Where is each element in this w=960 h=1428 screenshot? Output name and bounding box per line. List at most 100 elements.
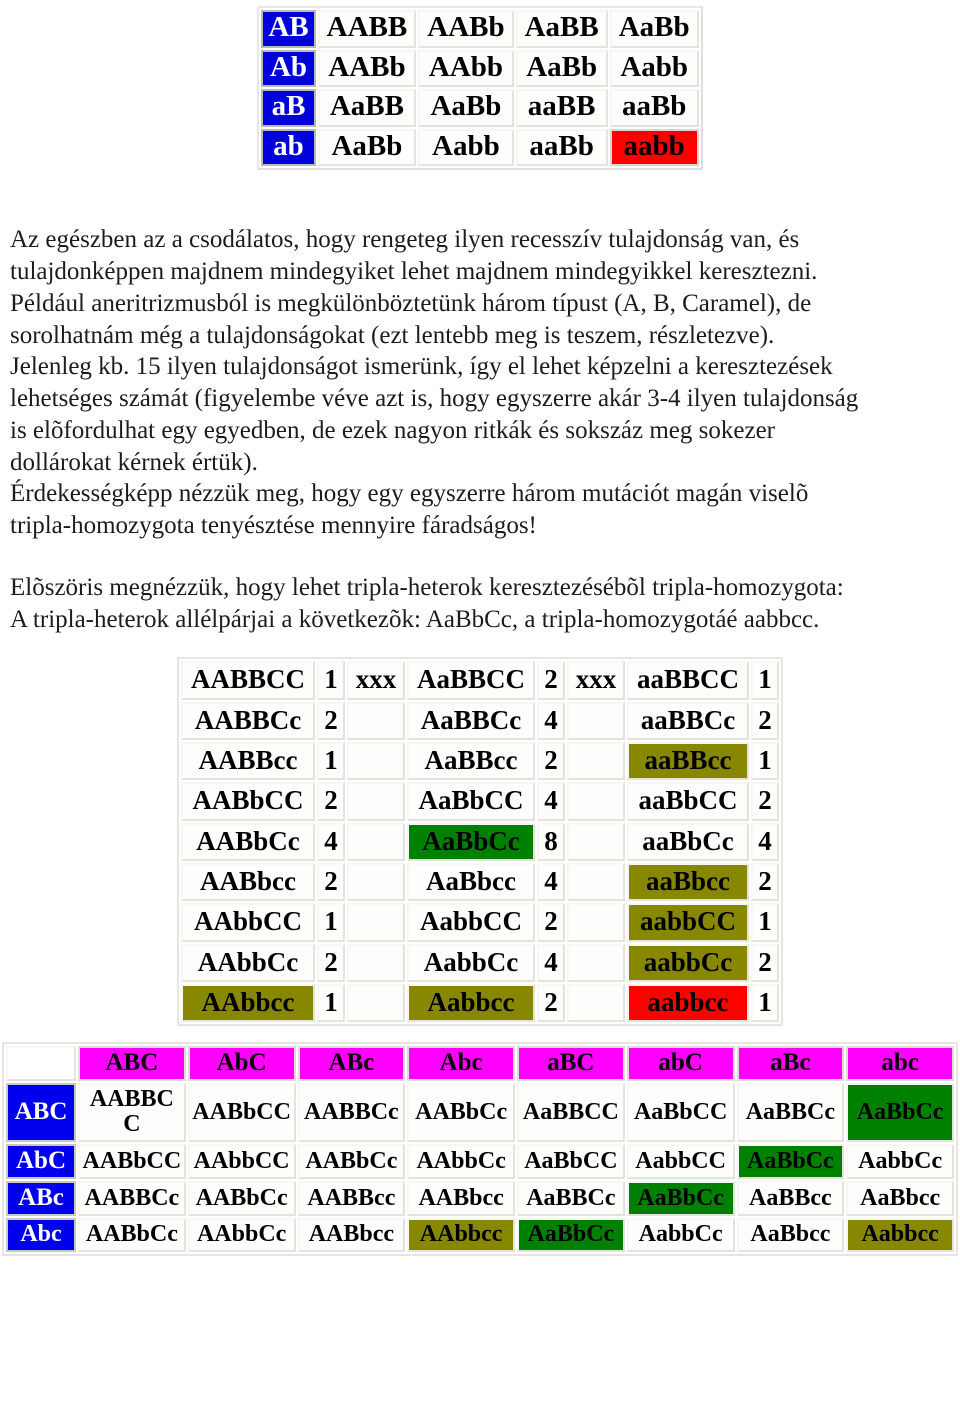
big-cell: AAbbCc — [407, 1144, 515, 1180]
big-column-header: AbC — [187, 1046, 296, 1082]
punnett-cell: aaBb — [609, 89, 699, 127]
big-row-header: AbC — [6, 1144, 76, 1180]
ratio-separator — [346, 782, 405, 821]
ratio-genotype: aaBbcc — [627, 863, 750, 902]
ratio-row: AAbbcc 1 Aabbcc 2 aabbcc 1 — [180, 984, 780, 1023]
big-cell: AaBbCc — [846, 1083, 954, 1143]
big-row: ABc AABBCc AABbCc AABBcc AABbcc AaBBCc AaBbCc A… — [6, 1181, 954, 1217]
big-header-row: ABC AbC ABc Abc aBC abC aBc abc — [6, 1046, 954, 1082]
big-cell: AABBcc — [297, 1181, 406, 1217]
ratio-separator — [346, 701, 405, 740]
ratio-genotype: AaBbCc — [406, 822, 535, 862]
prose-line: sorolhatnám még a tulajdonságokat (ezt l… — [10, 321, 775, 349]
big-row: ABC AABBCC AABbCC AABBCc AABbCc AaBBCC AaBbCC A… — [6, 1083, 954, 1143]
paragraph-1: Az egészben az a csodálatos, hogy renget… — [10, 224, 926, 542]
ratio-genotype: AaBBcc — [406, 742, 535, 781]
punnett-cell: aaBB — [515, 89, 608, 127]
punnett-square-container: AB AABB AABb AaBB AaBb Ab AABb AAbb AaBb Aabb aB Aa… — [0, 0, 960, 171]
ratio-row: AABbCC 2 AaBbCC 4 aaBbCC 2 — [180, 782, 780, 821]
ratio-count: 2 — [537, 903, 565, 942]
prose-line: Például aneritrizmusból is megkülönbözte… — [10, 289, 812, 317]
big-cell: AaBBCC — [517, 1083, 625, 1143]
ratio-genotype: AabbCc — [406, 943, 535, 983]
big-column-header: abc — [846, 1046, 954, 1082]
big-cell: AabbCC — [626, 1144, 735, 1180]
ratio-row: AABbcc 2 AaBbcc 4 aaBbcc 2 — [180, 863, 780, 902]
ratio-genotype: AABBCC — [180, 661, 315, 700]
punnett-row: AB AABB AABb AaBB AaBb — [261, 10, 699, 48]
ratio-count: 4 — [537, 943, 565, 983]
ratio-count: 2 — [316, 943, 345, 983]
punnett-cell: AAbb — [418, 49, 514, 88]
ratio-separator — [346, 742, 405, 781]
ratio-genotype: AABBcc — [180, 742, 315, 781]
punnett-cell: AABb — [317, 49, 417, 88]
big-cell: AabbCc — [846, 1144, 954, 1180]
ratio-genotype: aaBBcc — [627, 742, 750, 781]
punnett-row: ab AaBb Aabb aaBb aabb — [261, 128, 699, 167]
big-corner-cell — [6, 1046, 76, 1082]
ratio-count: 2 — [537, 661, 565, 700]
prose-line: lehetséges számát (figyelembe véve azt i… — [10, 385, 859, 413]
ratio-genotype: Aabbcc — [406, 984, 535, 1023]
ratio-count: 2 — [537, 984, 565, 1023]
big-cell: AABbCC — [78, 1144, 186, 1180]
big-cell: AABbCc — [187, 1181, 296, 1217]
ratio-count: 1 — [316, 984, 345, 1023]
ratio-separator: xxx — [567, 661, 625, 700]
big-row-header: ABc — [6, 1181, 76, 1217]
ratio-separator — [567, 822, 625, 862]
big-cell: AaBBcc — [736, 1181, 845, 1217]
big-row: AbC AABbCC AAbbCC AABbCc AAbbCc AaBbCC AabbCC A… — [6, 1144, 954, 1180]
big-cell: AABBCc — [78, 1181, 186, 1217]
ratio-genotype: aaBBCC — [627, 661, 750, 700]
ratio-genotype: AabbCC — [406, 903, 535, 942]
punnett-row-header: aB — [261, 89, 316, 127]
trihybrid-punnett-container: ABC AbC ABc Abc aBC abC aBc abc ABC AABBCC AABbCC A… — [0, 1026, 960, 1257]
punnett-row-header: ab — [261, 128, 316, 167]
punnett-cell: aabb — [609, 128, 699, 167]
big-cell: AaBbcc — [736, 1218, 845, 1253]
punnett-cell: AaBb — [515, 49, 608, 88]
prose-line: Jelenleg kb. 15 ilyen tulajdonságot isme… — [10, 353, 833, 381]
ratio-row: AABBCc 2 AaBBCc 4 aaBBCc 2 — [180, 701, 780, 740]
prose-line: tripla-homozygota tenyésztése mennyire f… — [10, 512, 537, 540]
big-cell: AAbbCc — [187, 1218, 296, 1253]
ratio-genotype: AaBbcc — [406, 863, 535, 902]
prose-section: Az egészben az a csodálatos, hogy renget… — [0, 224, 960, 635]
prose-line: Elõszöris megnézzük, hogy lehet tripla-h… — [10, 573, 844, 601]
ratio-genotype: AABBCc — [180, 701, 315, 740]
big-cell: Aabbcc — [846, 1218, 954, 1253]
prose-line: Érdekességképp nézzük meg, hogy egy egys… — [10, 480, 809, 508]
ratio-count: 1 — [316, 661, 345, 700]
big-cell: AABbcc — [297, 1218, 406, 1253]
big-cell: AaBbCC — [517, 1144, 625, 1180]
ratio-count: 2 — [316, 701, 345, 740]
punnett-cell: AaBb — [418, 89, 514, 127]
ratio-count: 4 — [316, 822, 345, 862]
ratio-genotype: AABbcc — [180, 863, 315, 902]
prose-line: Az egészben az a csodálatos, hogy renget… — [10, 226, 800, 254]
big-row-header: ABC — [6, 1083, 76, 1143]
punnett-cell: Aabb — [418, 128, 514, 167]
big-column-header: aBC — [517, 1046, 625, 1082]
punnett-row: Ab AABb AAbb AaBb Aabb — [261, 49, 699, 88]
big-row: Abc AABbCc AAbbCc AABbcc AAbbcc AaBbCc AabbCc A… — [6, 1218, 954, 1253]
ratio-count: 1 — [751, 984, 780, 1023]
big-cell: AABbCc — [297, 1144, 406, 1180]
ratio-separator — [346, 863, 405, 902]
ratio-separator — [567, 782, 625, 821]
ratio-separator — [567, 701, 625, 740]
big-cell: AabbCc — [626, 1218, 735, 1253]
ratio-row: AABBCC 1 xxx AaBBCC 2 xxx aaBBCC 1 — [180, 661, 780, 700]
punnett-cell: AaBB — [515, 10, 608, 48]
ratio-separator — [346, 943, 405, 983]
big-column-header: ABC — [78, 1046, 186, 1082]
punnett-cell: AABb — [418, 10, 514, 48]
big-column-header: ABc — [297, 1046, 406, 1082]
ratio-genotype: aabbcc — [627, 984, 750, 1023]
ratio-separator — [567, 863, 625, 902]
punnett-cell: AaBB — [317, 89, 417, 127]
big-cell: AaBBCc — [736, 1083, 845, 1143]
